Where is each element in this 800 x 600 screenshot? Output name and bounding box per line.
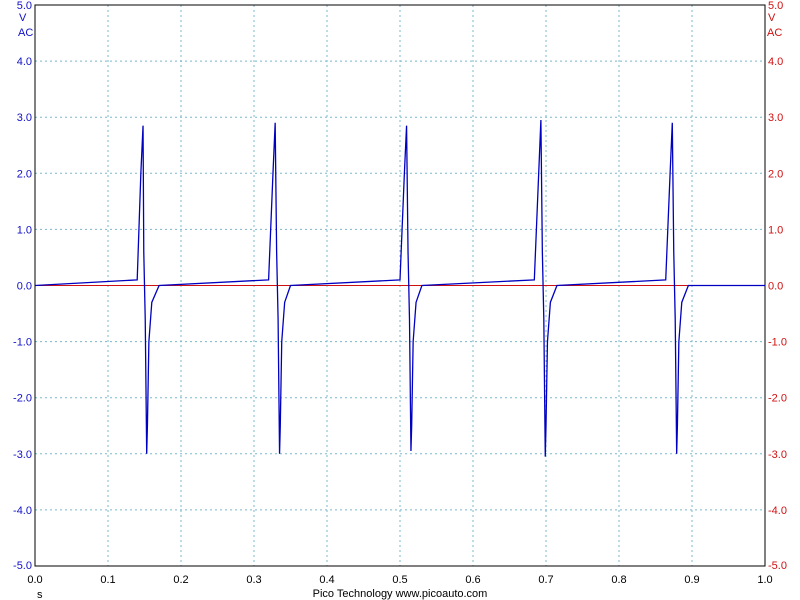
y-axis-left-tick-label: 3.0 bbox=[17, 112, 32, 124]
y-axis-left-tick-label: -5.0 bbox=[13, 560, 32, 572]
x-axis-tick-label: 0.2 bbox=[173, 574, 188, 586]
x-axis-tick-label: 0.0 bbox=[27, 574, 42, 586]
y-axis-right-tick-label: -4.0 bbox=[768, 505, 787, 517]
footer-credit: Pico Technology www.picoauto.com bbox=[313, 588, 488, 600]
y-axis-left-tick-label: 4.0 bbox=[17, 56, 32, 68]
x-axis-tick-label: 0.3 bbox=[246, 574, 261, 586]
y-axis-left-coupling: AC bbox=[18, 27, 33, 39]
oscilloscope-chart: 5.0 4.0 3.0 2.0 1.0 0.0 -1.0 -2.0 -3.0 -4.0 -5.0 5… bbox=[13, 0, 787, 600]
x-axis-unit: s bbox=[37, 589, 43, 600]
y-axis-right-tick-label: -2.0 bbox=[768, 393, 787, 405]
y-axis-right-tick-label: 3.0 bbox=[768, 112, 783, 124]
x-axis-tick-label: 0.9 bbox=[684, 574, 699, 586]
y-axis-right-tick-label: 2.0 bbox=[768, 168, 783, 180]
y-axis-right-tick-label: 1.0 bbox=[768, 224, 783, 236]
y-axis-left-tick-label: 2.0 bbox=[17, 168, 32, 180]
y-axis-left-tick-label: 5.0 bbox=[17, 0, 32, 12]
x-axis-tick-label: 0.1 bbox=[100, 574, 115, 586]
x-axis-tick-label: 0.6 bbox=[465, 574, 480, 586]
y-axis-left-tick-label: -2.0 bbox=[13, 393, 32, 405]
y-axis-right-tick-label: -5.0 bbox=[768, 560, 787, 572]
x-axis-tick-label: 1.0 bbox=[757, 574, 772, 586]
y-axis-left: 5.0 4.0 3.0 2.0 1.0 0.0 -1.0 -2.0 -3.0 -4.0 -5.0 bbox=[13, 0, 32, 572]
x-axis: 0.0 0.1 0.2 0.3 0.4 0.5 0.6 0.7 0.8 0.9 1.0 bbox=[27, 574, 772, 586]
y-axis-right-coupling: AC bbox=[767, 27, 782, 39]
y-axis-left-tick-label: 1.0 bbox=[17, 224, 32, 236]
y-axis-left-tick-label: -3.0 bbox=[13, 449, 32, 461]
y-axis-left-tick-label: -1.0 bbox=[13, 337, 32, 349]
y-axis-right: 5.0 4.0 3.0 2.0 1.0 0.0 -1.0 -2.0 -3.0 -4.0 -5.0 bbox=[768, 0, 787, 572]
y-axis-right-tick-label: 0.0 bbox=[768, 281, 783, 293]
y-axis-left-unit: V bbox=[19, 12, 27, 24]
x-axis-tick-label: 0.7 bbox=[538, 574, 553, 586]
y-axis-right-tick-label: 4.0 bbox=[768, 56, 783, 68]
y-axis-left-tick-label: 0.0 bbox=[17, 281, 32, 293]
x-axis-tick-label: 0.5 bbox=[392, 574, 407, 586]
x-axis-tick-label: 0.8 bbox=[611, 574, 626, 586]
y-axis-right-tick-label: -1.0 bbox=[768, 337, 787, 349]
y-axis-left-tick-label: -4.0 bbox=[13, 505, 32, 517]
x-axis-tick-label: 0.4 bbox=[319, 574, 334, 586]
y-axis-right-tick-label: -3.0 bbox=[768, 449, 787, 461]
y-axis-right-tick-label: 5.0 bbox=[768, 0, 783, 12]
y-axis-right-unit: V bbox=[768, 12, 776, 24]
